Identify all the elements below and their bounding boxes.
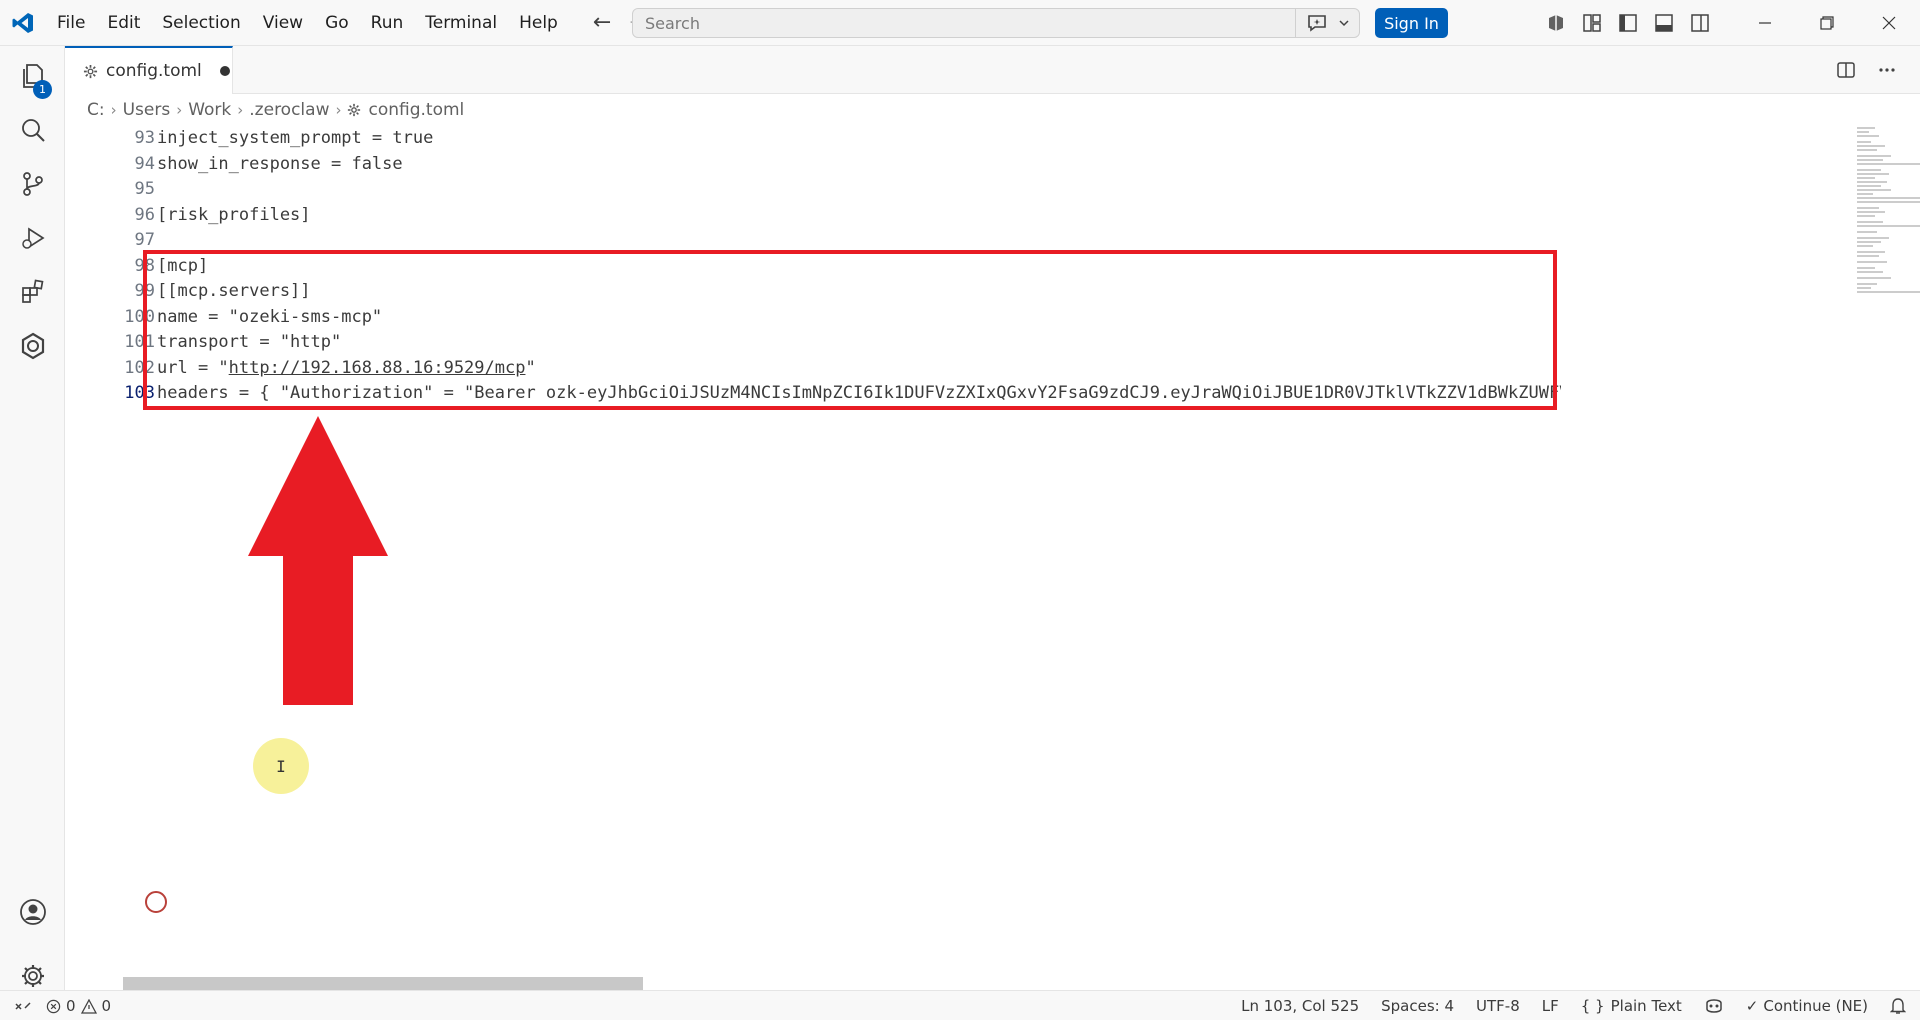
search-icon[interactable] <box>0 100 65 160</box>
title-bar: File Edit Selection View Go Run Terminal… <box>0 0 1920 46</box>
chat-button[interactable] <box>1295 9 1359 37</box>
menu-view[interactable]: View <box>252 0 314 46</box>
line-number: 102 <box>124 357 155 378</box>
line-number: 100 <box>124 306 155 327</box>
continue-status[interactable]: ✓ Continue (NE) <box>1746 997 1868 1015</box>
check-icon: ✓ <box>1745 997 1759 1015</box>
run-debug-icon[interactable] <box>0 208 65 268</box>
red-arrow-icon <box>248 416 388 705</box>
line-number: 95 <box>134 179 155 199</box>
explorer-badge: 1 <box>33 80 52 99</box>
chevron-right-icon: › <box>176 101 183 119</box>
remote-explorer-icon[interactable] <box>0 316 65 376</box>
line-number: 94 <box>134 153 155 174</box>
minimap[interactable] <box>1855 126 1920 346</box>
text-cursor-icon: I <box>276 756 286 776</box>
window-controls <box>1734 0 1920 46</box>
indentation[interactable]: Spaces: 4 <box>1381 997 1454 1015</box>
copilot-status-icon[interactable] <box>1704 997 1724 1015</box>
mouse-cursor-highlight: I <box>253 738 309 794</box>
status-bar: 0 0 Ln 103, Col 525 Spaces: 4 UTF-8 LF {… <box>0 990 1920 1020</box>
breadcrumb-users[interactable]: Users <box>123 100 171 120</box>
remote-indicator-icon[interactable] <box>14 997 32 1015</box>
error-count: 0 <box>66 997 76 1015</box>
highlight-box <box>143 250 1557 410</box>
menu-bar: File Edit Selection View Go Run Terminal… <box>46 0 569 46</box>
chevron-right-icon: › <box>335 101 342 119</box>
source-control-icon[interactable] <box>0 154 65 214</box>
customize-layout-icon[interactable] <box>1581 12 1603 34</box>
copilot-icon[interactable] <box>1545 12 1567 34</box>
line-number: 98 <box>134 255 155 276</box>
split-editor-icon[interactable] <box>1836 60 1856 80</box>
menu-edit[interactable]: Edit <box>96 0 151 46</box>
command-search[interactable]: Search <box>632 8 1360 38</box>
vscode-logo-icon <box>0 0 46 46</box>
account-icon[interactable] <box>0 882 65 942</box>
line-number-active: 103 <box>124 383 155 403</box>
tab-config-toml[interactable]: config.toml <box>65 46 233 94</box>
menu-terminal[interactable]: Terminal <box>414 0 508 46</box>
problems-indicator[interactable]: 0 0 <box>46 997 111 1015</box>
more-actions-icon[interactable] <box>1878 67 1896 73</box>
search-placeholder: Search <box>645 13 700 33</box>
error-icon <box>46 999 61 1013</box>
explorer-icon[interactable]: 1 <box>0 46 65 106</box>
breadcrumb-file[interactable]: config.toml <box>368 100 464 120</box>
chevron-right-icon: › <box>110 101 117 119</box>
encoding[interactable]: UTF-8 <box>1476 997 1520 1015</box>
line-number: 93 <box>134 128 155 148</box>
sign-in-button[interactable]: Sign In <box>1375 8 1448 38</box>
circle-marker-icon <box>145 891 167 913</box>
restore-icon[interactable] <box>1796 0 1858 46</box>
toggle-secondary-sidebar-icon[interactable] <box>1689 12 1711 34</box>
close-icon[interactable] <box>1858 0 1920 46</box>
breadcrumb-work[interactable]: Work <box>188 100 231 120</box>
activity-bar: 1 <box>0 46 65 990</box>
editor-actions <box>1836 46 1896 94</box>
chat-icon <box>1307 15 1326 32</box>
gear-icon <box>83 64 98 78</box>
line-number: 101 <box>124 332 155 352</box>
language-mode[interactable]: { } Plain Text <box>1581 997 1682 1015</box>
menu-file[interactable]: File <box>46 0 96 46</box>
code-editor[interactable]: 93 94 95 96 97 98 99 100 101 102 103 inj… <box>65 126 1920 990</box>
menu-run[interactable]: Run <box>360 0 415 46</box>
braces-icon: { } <box>1580 997 1605 1015</box>
breadcrumb-zeroclaw[interactable]: .zeroclaw <box>249 100 329 120</box>
extensions-icon[interactable] <box>0 262 65 322</box>
breadcrumb-drive[interactable]: C: <box>87 100 105 120</box>
line-number: 96 <box>134 204 155 225</box>
cursor-position[interactable]: Ln 103, Col 525 <box>1241 997 1359 1015</box>
code-line[interactable]: [risk_profiles] <box>157 203 1537 228</box>
toggle-primary-sidebar-icon[interactable] <box>1617 12 1639 34</box>
line-number: 97 <box>134 230 155 250</box>
chevron-down-icon <box>1338 20 1349 27</box>
warning-count: 0 <box>101 997 112 1015</box>
horizontal-scrollbar[interactable] <box>123 977 643 990</box>
layout-controls <box>1545 0 1711 46</box>
language-label: Plain Text <box>1610 997 1682 1015</box>
end-of-line[interactable]: LF <box>1542 997 1559 1015</box>
menu-help[interactable]: Help <box>508 0 569 46</box>
gear-icon <box>348 103 361 117</box>
menu-selection[interactable]: Selection <box>151 0 251 46</box>
unsaved-dot-icon[interactable] <box>219 66 230 76</box>
chevron-right-icon: › <box>237 101 244 119</box>
code-line[interactable]: show_in_response = false <box>157 152 1537 177</box>
warning-icon <box>80 998 97 1014</box>
minimize-icon[interactable] <box>1734 0 1796 46</box>
toggle-panel-icon[interactable] <box>1653 12 1675 34</box>
tab-label: config.toml <box>106 61 202 81</box>
line-number: 99 <box>134 281 155 301</box>
editor-tab-bar: config.toml <box>65 46 1920 94</box>
breadcrumb: C: › Users › Work › .zeroclaw › config.t… <box>65 94 1920 126</box>
notifications-bell-icon[interactable] <box>1890 997 1906 1015</box>
continue-label: Continue (NE) <box>1763 997 1868 1015</box>
code-line[interactable]: inject_system_prompt = true <box>157 126 1537 151</box>
code-line[interactable] <box>157 177 1537 202</box>
back-arrow-icon[interactable]: ← <box>593 10 611 35</box>
menu-go[interactable]: Go <box>314 0 360 46</box>
